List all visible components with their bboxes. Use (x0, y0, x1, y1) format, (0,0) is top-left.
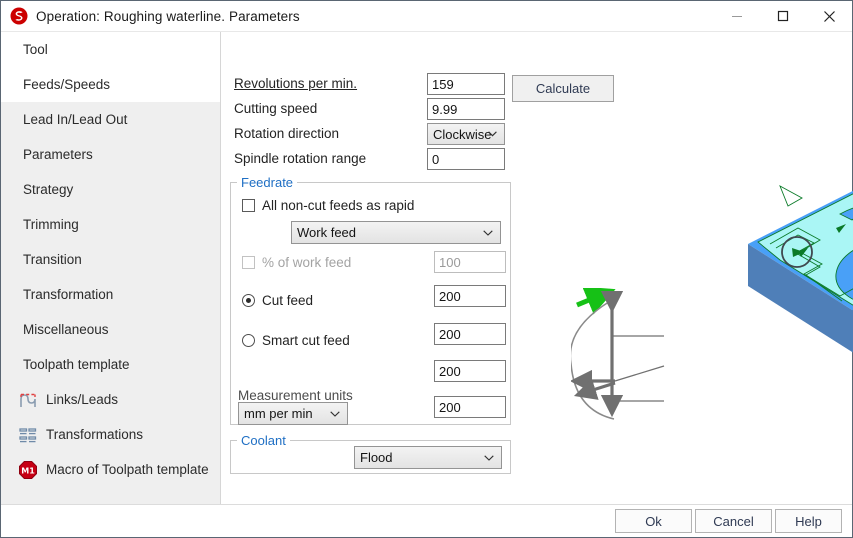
coolant-group-title: Coolant (237, 433, 290, 448)
radio-circle (242, 294, 255, 307)
window-title: Operation: Roughing waterline. Parameter… (36, 8, 300, 24)
rotation-direction-value: Clockwise (433, 126, 492, 142)
feed-value-input-3[interactable] (434, 360, 506, 382)
sidebar-item-toolpath-template[interactable]: Toolpath template (1, 347, 220, 382)
feed-type-select[interactable]: Work feed (291, 221, 501, 244)
main-panel: Revolutions per min. Cutting speed Rotat… (221, 32, 853, 504)
chevron-down-icon (330, 410, 340, 417)
sidebar-item-label: Trimming (23, 217, 79, 232)
coolant-select[interactable]: Flood (354, 446, 502, 469)
toolpath-3d-preview (740, 156, 853, 406)
feed-type-value: Work feed (297, 225, 357, 240)
sidebar-item-transition[interactable]: Transition (1, 242, 220, 277)
spindle-rotation-range-input[interactable] (427, 148, 505, 170)
title-bar: Operation: Roughing waterline. Parameter… (1, 1, 852, 32)
maximize-button[interactable] (760, 1, 806, 31)
sidebar-item-label: Miscellaneous (23, 322, 109, 337)
window-controls (714, 1, 852, 31)
sidebar-item-links-leads[interactable]: Links/Leads (1, 382, 220, 417)
rotation-direction-select[interactable]: Clockwise (427, 123, 505, 145)
close-button[interactable] (806, 1, 852, 31)
percent-of-work-feed-label: % of work feed (262, 255, 352, 270)
checkbox-box (242, 199, 255, 212)
dialog-footer: Ok Cancel Help (1, 504, 852, 537)
measurement-units-label: Measurement units (238, 388, 353, 403)
cut-feed-label: Cut feed (262, 293, 314, 308)
checkbox-box (242, 256, 255, 269)
sidebar-item-label: Lead In/Lead Out (23, 112, 128, 127)
sidebar-navigation: Tool Feeds/Speeds Lead In/Lead Out Param… (1, 32, 221, 509)
app-logo-icon (10, 7, 28, 25)
rotation-direction-label: Rotation direction (234, 126, 340, 141)
dialog-body: Tool Feeds/Speeds Lead In/Lead Out Param… (1, 32, 853, 509)
cancel-button[interactable]: Cancel (695, 509, 772, 533)
dialog-window: Operation: Roughing waterline. Parameter… (0, 0, 853, 538)
smart-cut-feed-label: Smart cut feed (262, 333, 350, 348)
sidebar-item-label: Tool (23, 42, 48, 57)
all-non-cut-feeds-label: All non-cut feeds as rapid (262, 198, 415, 213)
revolutions-per-min-input[interactable] (427, 73, 505, 95)
feed-value-input-2[interactable] (434, 323, 506, 345)
sidebar-item-macro-of-toolpath-template[interactable]: M1 Macro of Toolpath template (1, 452, 220, 487)
sidebar-item-feeds-speeds[interactable]: Feeds/Speeds (1, 67, 220, 102)
sidebar-item-trimming[interactable]: Trimming (1, 207, 220, 242)
help-button[interactable]: Help (775, 509, 842, 533)
coolant-value: Flood (360, 450, 393, 465)
sidebar-item-label: Transformations (46, 427, 144, 442)
sidebar-item-tool[interactable]: Tool (1, 32, 220, 67)
sidebar-item-label: Parameters (23, 147, 93, 162)
radio-circle (242, 334, 255, 347)
measurement-units-select[interactable]: mm per min (238, 402, 348, 425)
transformations-icon (17, 425, 39, 445)
sidebar-item-parameters[interactable]: Parameters (1, 137, 220, 172)
smart-cut-feed-radio[interactable]: Smart cut feed (242, 333, 350, 348)
links-leads-icon (17, 390, 39, 410)
ok-button[interactable]: Ok (615, 509, 692, 533)
svg-text:M1: M1 (21, 466, 35, 475)
revolutions-per-min-label: Revolutions per min. (234, 76, 358, 91)
sidebar-item-label: Transformation (23, 287, 114, 302)
sidebar-item-lead-in-lead-out[interactable]: Lead In/Lead Out (1, 102, 220, 137)
sidebar-item-miscellaneous[interactable]: Miscellaneous (1, 312, 220, 347)
cutting-speed-label: Cutting speed (234, 101, 318, 116)
sidebar-item-label: Transition (23, 252, 82, 267)
cut-feed-radio[interactable]: Cut feed (242, 293, 313, 308)
feedrate-profile-diagram (569, 286, 681, 424)
measurement-units-value: mm per min (244, 406, 313, 421)
percent-of-work-feed-input[interactable] (434, 251, 506, 273)
sidebar-item-label: Feeds/Speeds (23, 77, 111, 92)
chevron-down-icon (484, 454, 494, 461)
cutting-speed-input[interactable] (427, 98, 505, 120)
feed-value-input-4[interactable] (434, 396, 506, 418)
feed-value-input-1[interactable] (434, 285, 506, 307)
macro-m1-icon: M1 (17, 460, 39, 480)
calculate-button[interactable]: Calculate (512, 75, 614, 102)
sidebar-item-label: Strategy (23, 182, 74, 197)
chevron-down-icon (483, 229, 493, 236)
feedrate-group-title: Feedrate (237, 175, 298, 190)
sidebar-item-label: Toolpath template (23, 357, 130, 372)
sidebar-item-strategy[interactable]: Strategy (1, 172, 220, 207)
sidebar-item-transformation[interactable]: Transformation (1, 277, 220, 312)
all-non-cut-feeds-as-rapid-checkbox[interactable]: All non-cut feeds as rapid (242, 198, 414, 213)
sidebar-item-label: Links/Leads (46, 392, 119, 407)
percent-of-work-feed-checkbox[interactable]: % of work feed (242, 255, 351, 270)
sidebar-item-label: Macro of Toolpath template (46, 462, 209, 477)
chevron-down-icon (488, 131, 497, 137)
spindle-rotation-range-label: Spindle rotation range (234, 151, 367, 166)
sidebar-item-transformations[interactable]: Transformations (1, 417, 220, 452)
minimize-button[interactable] (714, 1, 760, 31)
